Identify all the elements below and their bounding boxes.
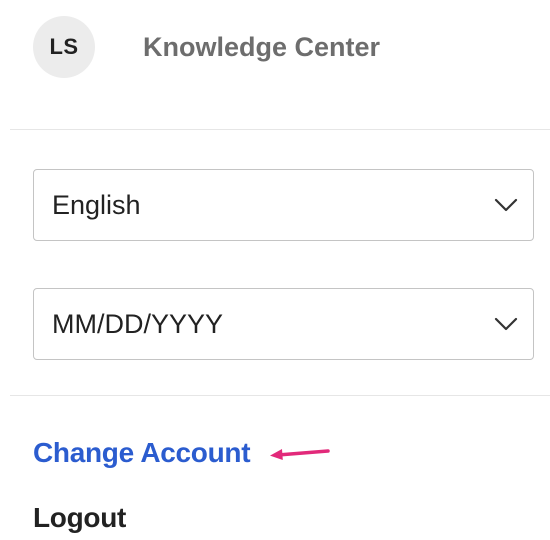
date-format-select[interactable]: MM/DD/YYYY <box>33 288 534 360</box>
chevron-down-icon <box>493 192 519 218</box>
change-account-row: Change Account <box>33 432 330 474</box>
account-menu-panel: LS Knowledge Center English MM/DD/YYYY C… <box>0 0 550 540</box>
avatar[interactable]: LS <box>33 16 95 78</box>
knowledge-center-title[interactable]: Knowledge Center <box>143 32 380 63</box>
account-header: LS Knowledge Center <box>33 16 380 78</box>
language-select[interactable]: English <box>33 169 534 241</box>
divider <box>10 129 550 130</box>
change-account-link[interactable]: Change Account <box>33 437 251 469</box>
arrow-left-icon <box>268 443 330 463</box>
chevron-down-icon <box>493 311 519 337</box>
language-select-value: English <box>52 189 141 220</box>
divider <box>10 395 550 396</box>
date-format-select-value: MM/DD/YYYY <box>52 308 224 339</box>
logout-link[interactable]: Logout <box>33 502 126 534</box>
